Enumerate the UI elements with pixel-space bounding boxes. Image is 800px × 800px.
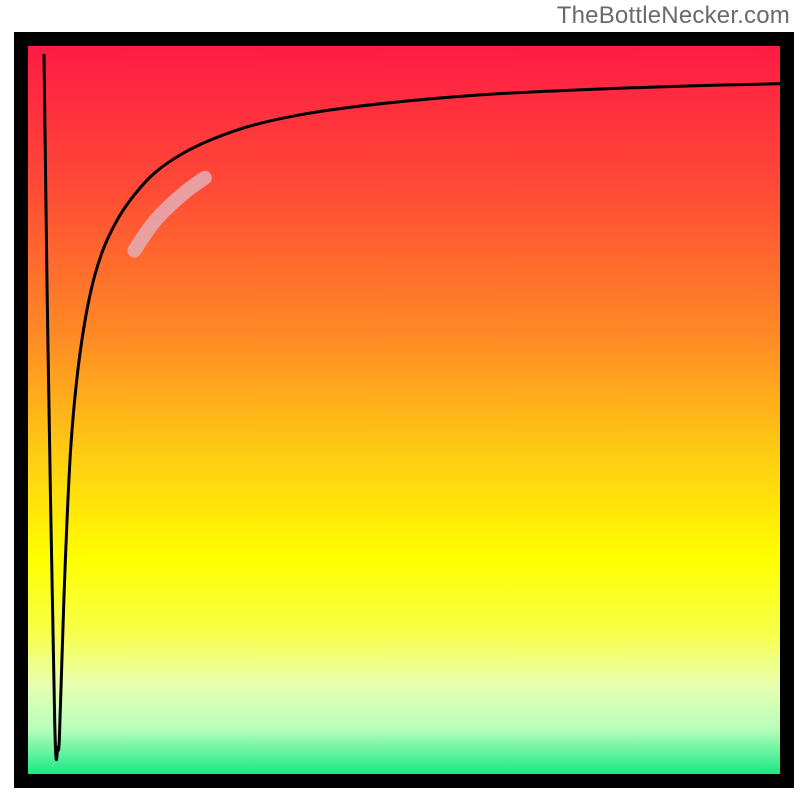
plot-area (21, 39, 787, 781)
watermark-text: TheBottleNecker.com (557, 2, 790, 30)
chart-container: TheBottleNecker.com (0, 0, 800, 800)
gradient-background (21, 39, 787, 781)
bottleneck-chart (0, 0, 800, 800)
